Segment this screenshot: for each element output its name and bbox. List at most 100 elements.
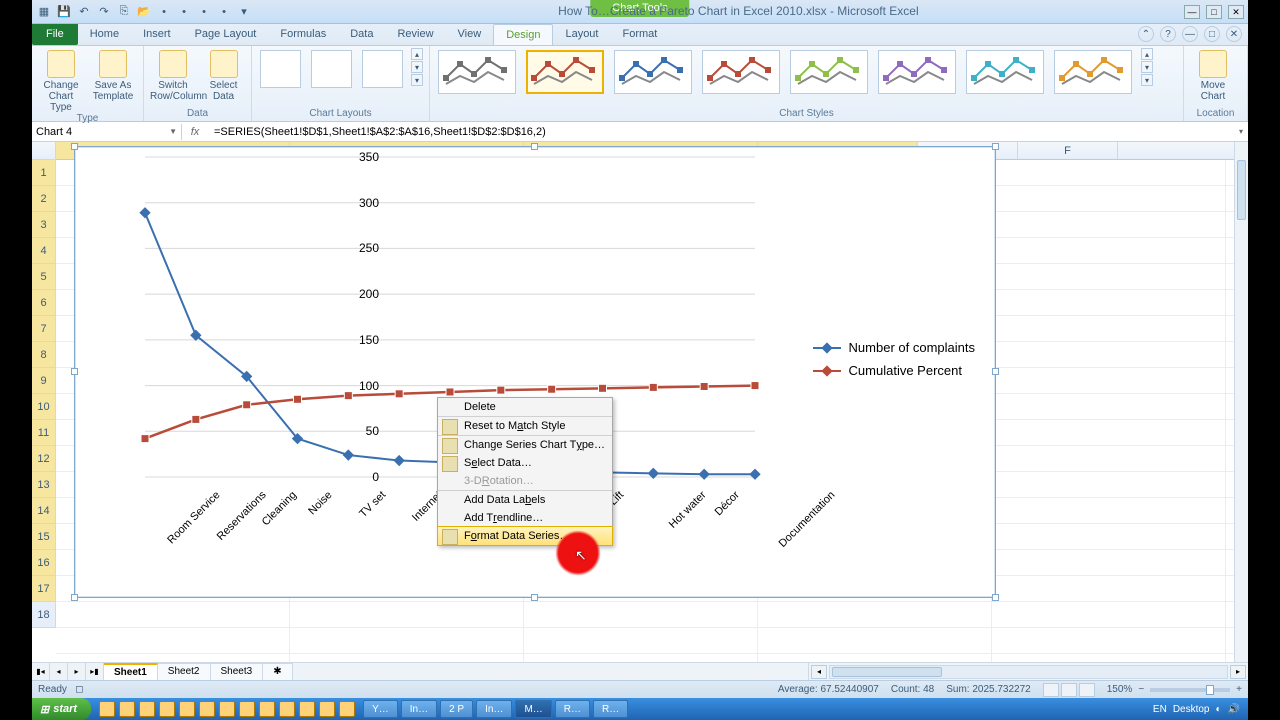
fx-icon[interactable]: fx — [182, 126, 208, 138]
view-switcher[interactable] — [1043, 683, 1095, 697]
minimize-icon[interactable]: — — [1184, 5, 1200, 19]
taskbar-task[interactable]: In… — [401, 700, 437, 718]
menu-delete[interactable]: Delete — [438, 398, 612, 416]
horizontal-scrollbar[interactable]: ◂ ▸ — [808, 663, 1248, 680]
row-header[interactable]: 10 — [32, 394, 56, 420]
excel-app-icon[interactable]: ▦ — [36, 4, 52, 20]
tab-home[interactable]: Home — [78, 24, 131, 45]
select-data-button[interactable]: Select Data — [202, 48, 245, 102]
ql-icon[interactable] — [119, 701, 135, 717]
row-header[interactable]: 15 — [32, 524, 56, 550]
row-header[interactable]: 11 — [32, 420, 56, 446]
ql-icon[interactable] — [99, 701, 115, 717]
chart-style-thumb[interactable] — [878, 50, 956, 94]
ql-icon[interactable] — [239, 701, 255, 717]
chart-layouts-gallery[interactable]: ▴▾▾ — [258, 48, 423, 90]
tab-insert[interactable]: Insert — [131, 24, 183, 45]
row-header[interactable]: 13 — [32, 472, 56, 498]
tab-page-layout[interactable]: Page Layout — [183, 24, 269, 45]
tab-review[interactable]: Review — [385, 24, 445, 45]
gallery-up-icon[interactable]: ▴ — [411, 48, 423, 60]
sheet-tab[interactable]: Sheet2 — [158, 663, 211, 680]
switch-row-column-button[interactable]: Switch Row/Column — [150, 48, 196, 102]
select-all-corner[interactable] — [32, 142, 56, 160]
chevron-down-icon[interactable]: ▼ — [169, 127, 177, 136]
qat-icon[interactable]: • — [216, 4, 232, 20]
chart-layout-thumb[interactable] — [362, 50, 403, 88]
qat-icon[interactable]: • — [176, 4, 192, 20]
qat-dropdown-icon[interactable]: ▾ — [236, 4, 252, 20]
save-as-template-button[interactable]: Save As Template — [90, 48, 136, 102]
menu-reset-to-match-style[interactable]: Reset to Match Style — [438, 416, 612, 435]
ql-icon[interactable] — [259, 701, 275, 717]
macro-record-icon[interactable]: ◻ — [75, 684, 83, 695]
zoom-out-icon[interactable]: − — [1138, 684, 1144, 695]
legend-entry[interactable]: Number of complaints — [849, 340, 975, 355]
hscroll-left-icon[interactable]: ◂ — [811, 665, 827, 679]
new-sheet-tab[interactable]: ✱ — [263, 663, 292, 680]
sheet-tab[interactable]: Sheet1 — [104, 663, 158, 680]
chart-style-thumb[interactable] — [790, 50, 868, 94]
open-icon[interactable]: 📂 — [136, 4, 152, 20]
tray-desktop[interactable]: Desktop — [1173, 704, 1210, 715]
row-header[interactable]: 9 — [32, 368, 56, 394]
help-icon[interactable]: ? — [1160, 26, 1176, 42]
chart-style-thumb[interactable] — [614, 50, 692, 94]
row-header[interactable]: 5 — [32, 264, 56, 290]
move-chart-button[interactable]: Move Chart — [1190, 48, 1236, 102]
row-header[interactable]: 6 — [32, 290, 56, 316]
x-axis-category[interactable]: Documentation — [777, 489, 838, 550]
gallery-down-icon[interactable]: ▾ — [411, 61, 423, 73]
quick-launch[interactable] — [91, 701, 363, 717]
taskbar-task[interactable]: R… — [593, 700, 628, 718]
scroll-thumb[interactable] — [1237, 160, 1246, 220]
row-headers[interactable]: 123456789101112131415161718 — [32, 160, 56, 628]
ql-icon[interactable] — [319, 701, 335, 717]
chart-style-thumb[interactable] — [438, 50, 516, 94]
save-icon[interactable]: 💾 — [56, 4, 72, 20]
menu-change-series-chart-type[interactable]: Change Series Chart Type… — [438, 435, 612, 454]
embedded-chart[interactable]: Number of complaints Cumulative Percent … — [74, 146, 996, 598]
redo-icon[interactable]: ↷ — [96, 4, 112, 20]
restore-icon[interactable]: □ — [1206, 5, 1222, 19]
ql-icon[interactable] — [159, 701, 175, 717]
ql-icon[interactable] — [299, 701, 315, 717]
gallery-more-icon[interactable]: ▾ — [411, 74, 423, 86]
change-chart-type-button[interactable]: Change Chart Type — [38, 48, 84, 113]
chart-style-thumb[interactable] — [702, 50, 780, 94]
tab-nav-prev-icon[interactable]: ◂ — [50, 663, 68, 680]
row-header[interactable]: 8 — [32, 342, 56, 368]
taskbar-task[interactable]: M… — [515, 700, 551, 718]
taskbar-task[interactable]: R… — [555, 700, 590, 718]
row-header[interactable]: 4 — [32, 238, 56, 264]
taskbar-task[interactable]: Y… — [363, 700, 398, 718]
ql-icon[interactable] — [219, 701, 235, 717]
menu-add-trendline[interactable]: Add Trendline… — [438, 509, 612, 527]
taskbar-task[interactable]: In… — [476, 700, 512, 718]
tab-nav-first-icon[interactable]: ▮◂ — [32, 663, 50, 680]
row-header[interactable]: 1 — [32, 160, 56, 186]
vertical-scrollbar[interactable] — [1234, 142, 1248, 662]
chart-layout-thumb[interactable] — [260, 50, 301, 88]
tab-formulas[interactable]: Formulas — [268, 24, 338, 45]
chart-styles-gallery[interactable]: ▴▾▾ — [436, 48, 1177, 96]
taskbar-task[interactable]: 2 P — [440, 700, 473, 718]
tray-icon[interactable]: 🔊 — [1228, 704, 1240, 715]
chart-layout-thumb[interactable] — [311, 50, 352, 88]
tray-lang[interactable]: EN — [1153, 704, 1167, 715]
workbook-min-icon[interactable]: — — [1182, 26, 1198, 42]
tab-view[interactable]: View — [446, 24, 494, 45]
qat-icon[interactable]: • — [196, 4, 212, 20]
ql-icon[interactable] — [139, 701, 155, 717]
name-box[interactable]: Chart 4 ▼ — [32, 124, 182, 140]
system-tray[interactable]: EN Desktop ◐ 🔊 — [1145, 704, 1248, 715]
tray-icon[interactable]: ◐ — [1216, 704, 1222, 715]
chart-legend[interactable]: Number of complaints Cumulative Percent — [813, 332, 975, 386]
ql-icon[interactable] — [339, 701, 355, 717]
row-header[interactable]: 3 — [32, 212, 56, 238]
tab-nav-next-icon[interactable]: ▸ — [68, 663, 86, 680]
tab-layout[interactable]: Layout — [553, 24, 610, 45]
tab-file[interactable]: File — [32, 24, 78, 45]
close-icon[interactable]: ✕ — [1228, 5, 1244, 19]
chart-style-thumb[interactable] — [526, 50, 604, 94]
